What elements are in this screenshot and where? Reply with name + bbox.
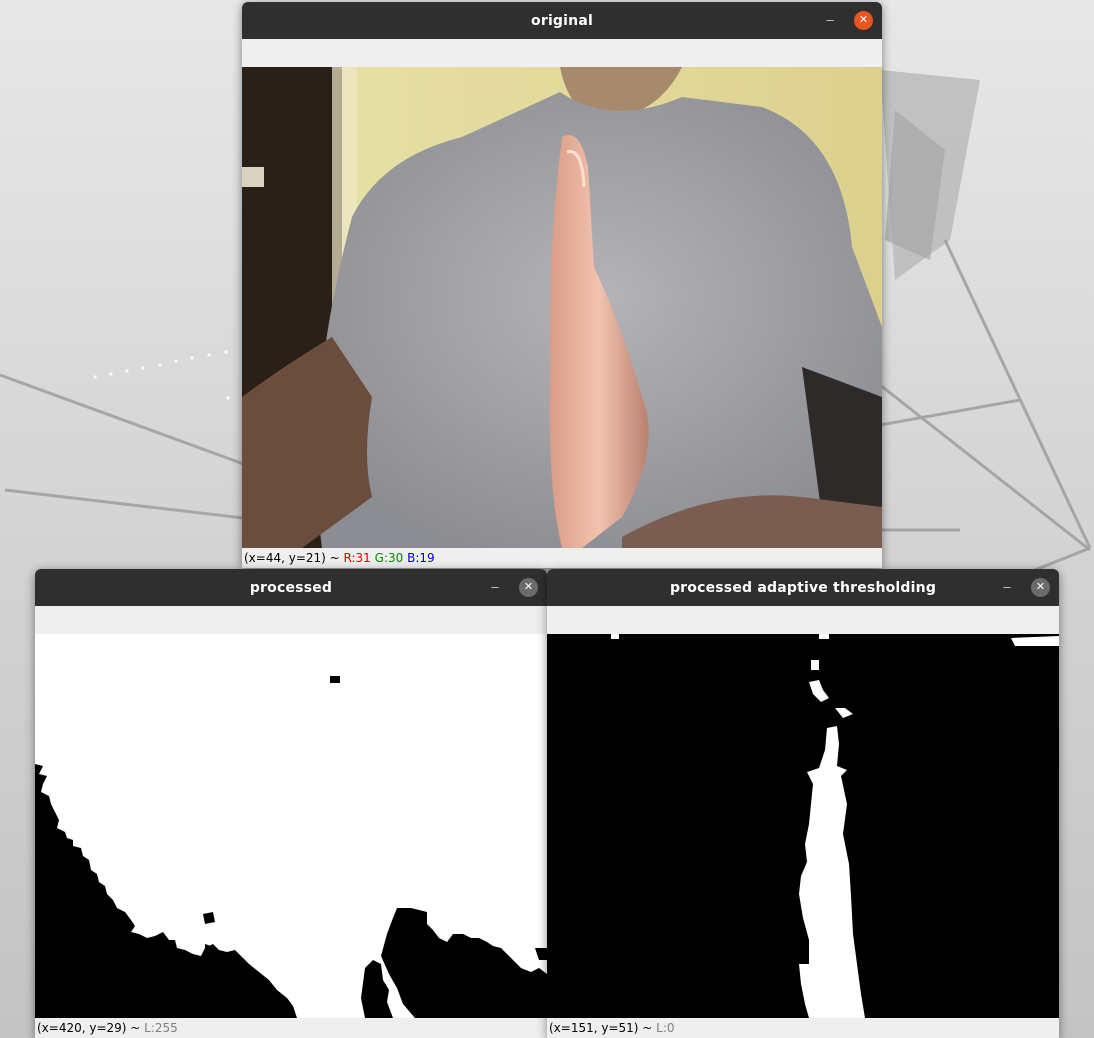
close-button[interactable]: ✕ xyxy=(519,578,538,597)
binary-mask-image xyxy=(35,634,547,1018)
close-icon: ✕ xyxy=(523,581,534,593)
image-view[interactable] xyxy=(35,634,547,1018)
cursor-coordinates: (x=420, y=29) ~ xyxy=(37,1021,145,1035)
toolbar xyxy=(35,606,547,634)
image-view[interactable] xyxy=(547,634,1059,1018)
status-bar: (x=420, y=29) ~ L:255 xyxy=(35,1018,547,1038)
titlebar[interactable]: processed adaptive thresholding – ✕ xyxy=(547,569,1059,606)
webcam-frame-image xyxy=(242,67,882,548)
close-icon: ✕ xyxy=(858,14,869,26)
window-adaptive-thresholding: processed adaptive thresholding – ✕ (x=1… xyxy=(547,569,1059,1038)
window-title: processed xyxy=(249,579,333,596)
image-view[interactable] xyxy=(242,67,882,548)
minimize-icon: – xyxy=(1003,579,1011,594)
status-bar: (x=151, y=51) ~ L:0 xyxy=(547,1018,1059,1038)
titlebar[interactable]: original – ✕ xyxy=(242,2,882,39)
adaptive-threshold-image xyxy=(547,634,1059,1018)
cursor-coordinates: (x=151, y=51) ~ xyxy=(549,1021,657,1035)
status-bar: (x=44, y=21) ~ R:31 G:30 B:19 xyxy=(242,548,882,568)
minimize-icon: – xyxy=(826,12,834,27)
luma-value: L:0 xyxy=(656,1021,675,1035)
titlebar[interactable]: processed – ✕ xyxy=(35,569,547,606)
window-title: processed adaptive thresholding xyxy=(669,579,937,596)
window-original: original – ✕ (x=44, y=21) ~ R:31 G:30 B:… xyxy=(242,2,882,568)
minimize-button[interactable]: – xyxy=(486,578,504,596)
window-title: original xyxy=(531,12,593,29)
close-button[interactable]: ✕ xyxy=(854,11,873,30)
luma-value: L:255 xyxy=(144,1021,178,1035)
cursor-coordinates: (x=44, y=21) ~ xyxy=(244,551,344,565)
toolbar xyxy=(547,606,1059,634)
blue-value: B:19 xyxy=(407,551,435,565)
minimize-icon: – xyxy=(491,579,499,594)
close-button[interactable]: ✕ xyxy=(1031,578,1050,597)
minimize-button[interactable]: – xyxy=(821,11,839,29)
green-value: G:30 xyxy=(374,551,404,565)
red-value: R:31 xyxy=(343,551,371,565)
toolbar xyxy=(242,39,882,67)
window-processed: processed – ✕ (x=420, y=29) ~ L:255 xyxy=(35,569,547,1038)
minimize-button[interactable]: – xyxy=(998,578,1016,596)
close-icon: ✕ xyxy=(1035,581,1046,593)
